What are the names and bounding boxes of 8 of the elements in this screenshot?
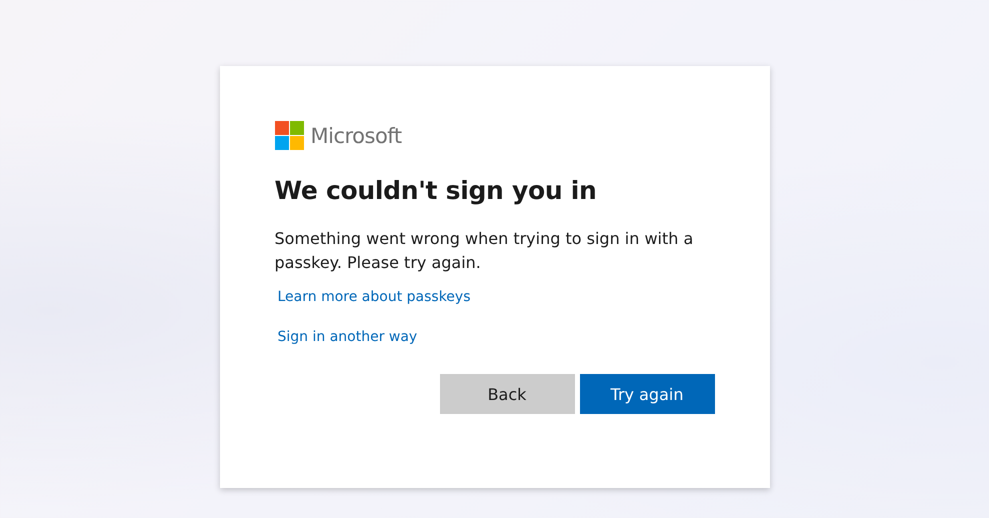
page-title: We couldn't sign you in (274, 176, 596, 205)
windows-logo-icon (274, 121, 304, 150)
primary-button[interactable]: Try again (580, 374, 714, 414)
secondary-button[interactable]: Back (440, 374, 574, 414)
brand-name: Microsoft (310, 124, 402, 148)
text-link[interactable]: Sign in another way (278, 329, 418, 345)
error-message: Something went wrong when trying to sign in with a passkey. Please try again. (274, 228, 694, 274)
text-link[interactable]: Learn more about passkeys (278, 289, 470, 305)
